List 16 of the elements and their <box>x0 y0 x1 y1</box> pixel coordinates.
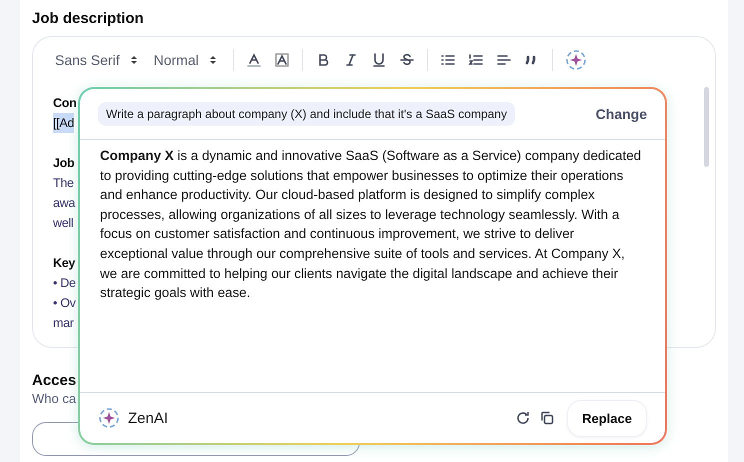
section-subtitle: Who ca <box>32 391 78 406</box>
editor-text: The <box>53 175 74 192</box>
generated-text: Company X is a dynamic and innovative SaaS (Software as a Service) company dedicated to providing cutting-edge solutions that empower businesses to optimize their operations and enhance productivity. Our cloud-based platform is designed to simplify complex processes, allowing organizations of all sizes to leverage technology seamlessly. With a focus on customer satisfaction and continuous improvement, we strive to deliver exceptional value through our comprehensive suite of tools and services. At Company X, we are committed to helping our clients navigate the digital landscape and achieve their strategic goals with ease. <box>99 147 642 302</box>
editor-text: [[Ad <box>53 113 74 133</box>
editor-text: Con <box>53 95 76 112</box>
editor-text: Job <box>53 155 74 172</box>
section-title: Job description <box>32 10 145 29</box>
editor-text: mar <box>53 315 74 332</box>
editor-text: • Ov <box>53 295 76 312</box>
brand-name: ZenAI <box>128 410 170 426</box>
editor-text: Key <box>53 255 76 272</box>
editor-text: well <box>53 215 74 232</box>
section-title: Acces <box>32 372 78 389</box>
editor-text: • De <box>53 275 76 292</box>
prompt-chip: Write a paragraph about company (X) and include that it's a SaaS company <box>98 102 515 126</box>
editor-text: awa <box>53 195 76 212</box>
